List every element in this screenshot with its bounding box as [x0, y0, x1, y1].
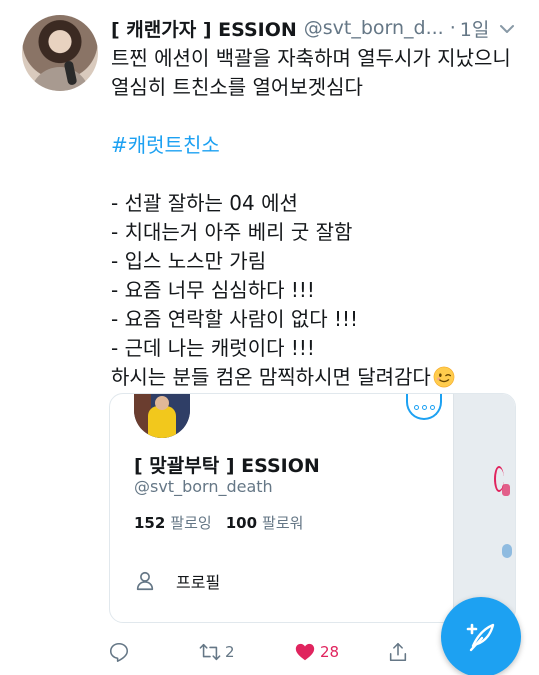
- retweet-count: 2: [225, 643, 235, 661]
- avatar-face: [155, 396, 169, 410]
- tweet-line: - 요즘 너무 심심하다 !!!: [111, 278, 315, 302]
- preview-shape: [502, 544, 512, 558]
- followers-label[interactable]: 팔로워: [262, 514, 303, 532]
- user-handle[interactable]: @svt_born_d...: [304, 17, 444, 39]
- tweet-line: - 근데 나는 캐럿이다 !!!: [111, 336, 315, 360]
- tweet-line: - 요즘 연락할 사람이 없다 !!!: [111, 307, 359, 331]
- feather-compose-icon: [466, 623, 495, 652]
- following-count[interactable]: 152: [134, 514, 165, 532]
- tweet[interactable]: [ 캐랜가자 ] ESSION @svt_born_d... · 1일 트찐 에…: [0, 0, 539, 675]
- hashtag-link[interactable]: #캐럿트친소: [111, 131, 531, 160]
- avatar[interactable]: [22, 15, 98, 91]
- tweet-line: 트찐 에션이 백괄을 자축하며 열두시가 지났으니: [111, 46, 511, 70]
- preview-shape: [502, 484, 510, 496]
- card-display-name[interactable]: [ 맞괄부탁 ] ESSION: [134, 451, 320, 478]
- tweet-line-last: 하시는 분들 컴온 맘찍하시면 달려감다: [111, 363, 531, 392]
- display-name[interactable]: [ 캐랜가자 ] ESSION: [111, 15, 297, 42]
- tweet-text: 트찐 에션이 백괄을 자축하며 열두시가 지났으니 열심히 트친소를 열어보겟심…: [111, 44, 531, 392]
- retweet-button[interactable]: 2: [199, 636, 235, 668]
- profile-link[interactable]: 프로필: [134, 569, 220, 593]
- like-count: 28: [320, 643, 340, 661]
- share-icon: [389, 642, 407, 662]
- retweet-icon: [199, 643, 221, 661]
- dot-icon: [429, 404, 435, 410]
- person-icon: [136, 571, 154, 591]
- tweet-time[interactable]: 1일: [460, 15, 490, 42]
- followers-count[interactable]: 100: [226, 514, 257, 532]
- avatar-shirt: [30, 67, 90, 91]
- profile-card[interactable]: [ 맞괄부탁 ] ESSION @svt_born_death 152 팔로잉 10…: [109, 393, 516, 623]
- like-button[interactable]: 28: [294, 636, 339, 668]
- tweet-line: - 치대는거 아주 베리 굿 잘함: [111, 220, 353, 244]
- tweet-line: 열심히 트친소를 열어보겟심다: [111, 75, 363, 99]
- card-handle: @svt_born_death: [134, 477, 273, 496]
- card-avatar[interactable]: [134, 394, 190, 438]
- winking-face-emoji-icon: [433, 366, 455, 388]
- avatar-body: [148, 406, 176, 438]
- card-side-preview: [453, 394, 515, 622]
- more-options-icon[interactable]: [406, 394, 442, 420]
- dot-icon: [413, 404, 419, 410]
- share-button[interactable]: [387, 636, 409, 668]
- separator-dot: ·: [449, 17, 456, 39]
- following-label[interactable]: 팔로잉: [170, 514, 211, 532]
- tweet-header: [ 캐랜가자 ] ESSION @svt_born_d... · 1일: [111, 14, 521, 42]
- compose-tweet-button[interactable]: [441, 597, 521, 675]
- reply-button[interactable]: [108, 636, 130, 668]
- tweet-actions: 2 28: [108, 636, 428, 668]
- reply-icon: [109, 642, 129, 662]
- profile-label: 프로필: [176, 573, 221, 592]
- follow-stats: 152 팔로잉 100 팔로워: [134, 512, 303, 533]
- tweet-line: - 선괄 잘하는 04 에션: [111, 191, 298, 215]
- dot-icon: [421, 404, 427, 410]
- heart-icon: [295, 643, 315, 661]
- tweet-line-text: 하시는 분들 컴온 맘찍하시면 달려감다: [111, 365, 431, 389]
- tweet-line: - 입스 노스만 가림: [111, 249, 267, 273]
- chevron-down-icon[interactable]: [497, 19, 517, 39]
